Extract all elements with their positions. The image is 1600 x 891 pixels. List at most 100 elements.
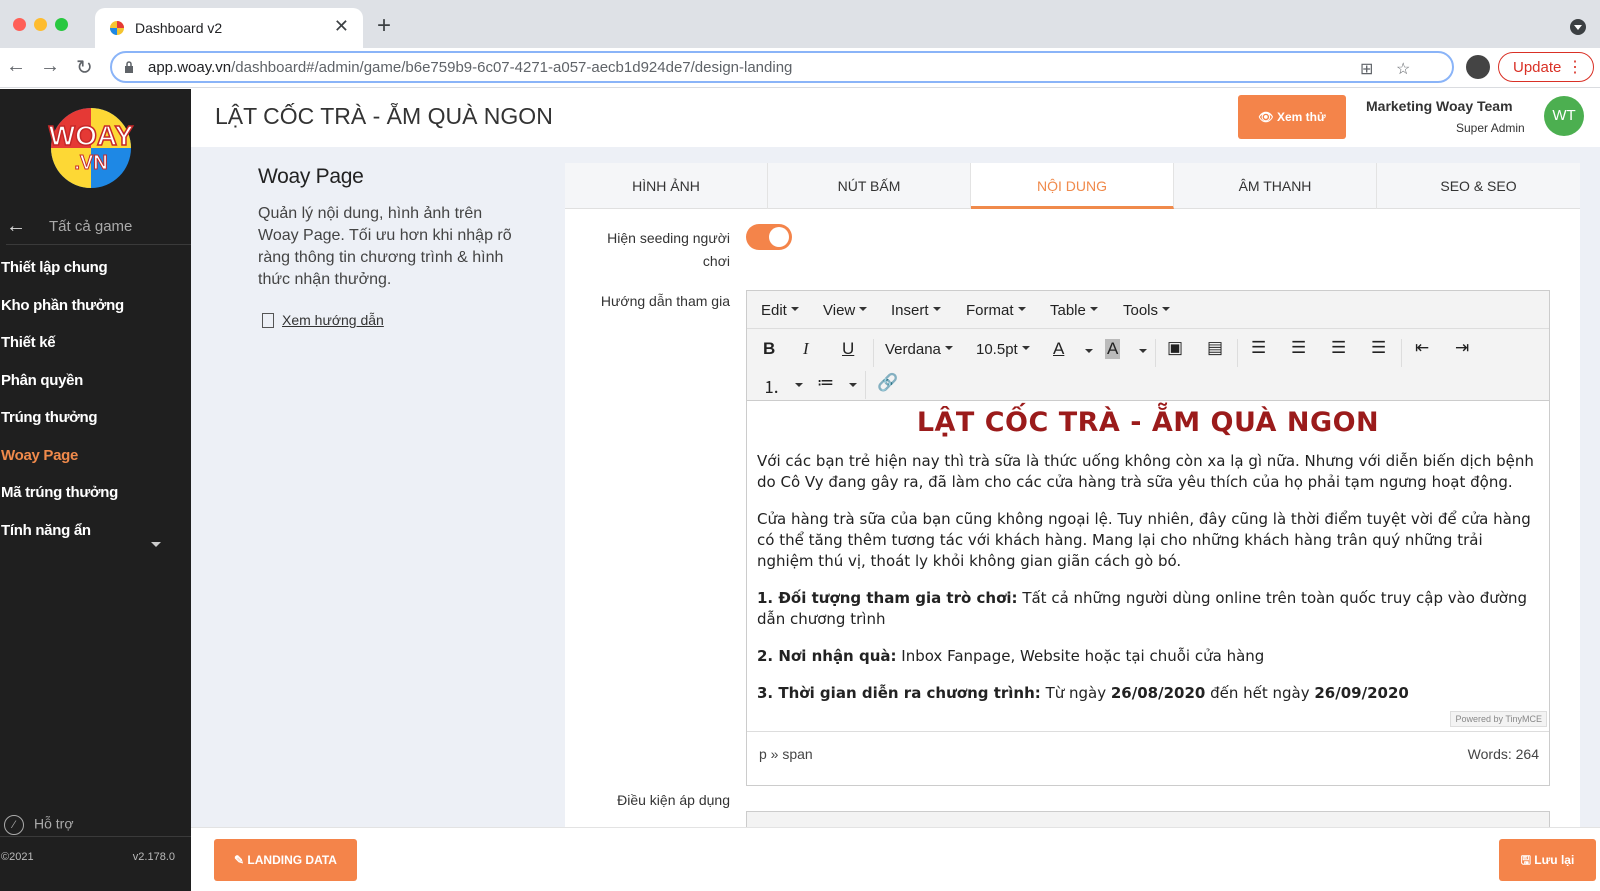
close-window-button[interactable] [13,18,26,31]
editor-toolbar: B I U Verdana 10.5pt A A ▣ ▤ ☰ ☰ ☰ ☰ ⇤ ⇥… [747,329,1549,401]
menu-tools[interactable]: Tools [1123,302,1171,319]
text-color-icon[interactable]: A [1053,339,1064,359]
more-menu-icon[interactable]: ⋮ [1567,57,1583,77]
browser-tabbar: Dashboard v2 ✕ + [0,0,1600,48]
back-arrow-icon[interactable]: ← [6,55,26,78]
tab-seo[interactable]: SEO & SEO [1377,163,1580,209]
sidebar-item-winning-codes[interactable]: Mã trúng thưởng [1,484,118,501]
content-paragraph: 1. Đối tượng tham gia trò chơi: Tất cả n… [757,589,1527,628]
new-tab-icon[interactable]: + [377,12,391,40]
tab-sound[interactable]: ÂM THANH [1174,163,1377,209]
bullet-list-icon[interactable]: ≔ [817,373,834,393]
qr-code-icon[interactable]: ⊞ [1360,59,1373,79]
font-size-select[interactable]: 10.5pt [976,341,1030,358]
conditions-editor[interactable] [746,811,1550,827]
menu-edit[interactable]: Edit [761,302,799,319]
align-right-icon[interactable]: ☰ [1331,338,1346,358]
landing-data-button[interactable]: ✎ LANDING DATA [214,839,357,881]
url-text: app.woay.vn/dashboard#/admin/game/b6e759… [148,59,793,76]
address-bar[interactable]: app.woay.vn/dashboard#/admin/game/b6e759… [110,51,1454,83]
page-header: LẬT CỐC TRÀ - ẴM QUÀ NGON 👁 Xem thử Mark… [191,89,1600,147]
align-left-icon[interactable]: ☰ [1251,338,1266,358]
seeding-toggle[interactable] [746,224,792,250]
update-button[interactable]: Update ⋮ [1498,52,1594,82]
content-heading: LẬT CỐC TRÀ - ẴM QUÀ NGON [916,407,1380,438]
sidebar-item-hidden-features[interactable]: Tính năng ẩn [1,522,91,539]
reload-icon[interactable]: ↻ [76,55,93,80]
chevron-down-icon[interactable] [849,383,857,391]
align-center-icon[interactable]: ☰ [1291,338,1306,358]
sidebar-item-rewards[interactable]: Kho phần thưởng [1,297,124,314]
bookmark-star-icon[interactable]: ☆ [1396,59,1410,79]
indent-icon[interactable]: ⇥ [1455,338,1469,358]
menu-view[interactable]: View [823,302,868,319]
guide-label: Hướng dẫn tham gia [600,293,730,309]
sidebar-footer: ©2021 v2.178.0 [0,836,191,891]
editor-statusbar: p » span Words: 264 [747,731,1549,776]
browser-tab[interactable]: Dashboard v2 ✕ [95,8,363,48]
link-icon[interactable]: 🔗 [877,373,898,393]
tab-buttons[interactable]: NÚT BẤM [768,163,971,209]
sidebar-item-permissions[interactable]: Phân quyền [1,372,83,389]
tab-content[interactable]: NỘI DUNG [971,163,1174,209]
menu-format[interactable]: Format [966,302,1026,319]
content-paragraph: Với các bạn trẻ hiện nay thì trà sữa là … [757,452,1534,491]
lock-icon [125,61,133,73]
sidebar-item-woay-page[interactable]: Woay Page [1,447,78,464]
tab-search-icon[interactable] [1570,19,1586,35]
maximize-window-button[interactable] [55,18,68,31]
document-icon [262,313,274,328]
preview-button[interactable]: 👁 Xem thử [1238,95,1346,139]
copyright: ©2021 [1,851,34,863]
sidebar-item-design[interactable]: Thiết kế [1,334,56,351]
media-icon[interactable]: ▤ [1207,338,1223,358]
favicon-icon [110,21,124,35]
outdent-icon[interactable]: ⇤ [1415,338,1429,358]
tab-close-icon[interactable]: ✕ [334,16,349,37]
sidebar-item-winners[interactable]: Trúng thưởng [1,409,98,426]
chevron-down-icon[interactable] [795,383,803,391]
content-paragraph: 2. Nơi nhận quà: Inbox Fanpage, Website … [757,647,1265,665]
italic-icon[interactable]: I [803,339,809,359]
minimize-window-button[interactable] [34,18,47,31]
profile-avatar[interactable] [1466,55,1490,79]
woay-logo: WOAY .VN [48,108,134,188]
back-to-all-games[interactable]: ← Tất cả game [6,213,191,245]
bold-icon[interactable]: B [763,339,775,359]
browser-toolbar: ← → ↻ app.woay.vn/dashboard#/admin/game/… [0,48,1600,88]
underline-icon[interactable]: U [842,339,854,359]
content-paragraph: Cửa hàng trà sữa của bạn cũng không ngoạ… [757,510,1531,570]
page-title: LẬT CỐC TRÀ - ẴM QUÀ NGON [215,103,553,129]
tab-title: Dashboard v2 [135,20,223,36]
sidebar-item-general-settings[interactable]: Thiết lập chung [1,259,108,276]
save-button[interactable]: 🖫 Lưu lại [1499,839,1596,881]
forward-arrow-icon[interactable]: → [40,55,60,78]
font-family-select[interactable]: Verdana [885,341,953,358]
version: v2.178.0 [132,851,175,863]
image-icon[interactable]: ▣ [1167,338,1183,358]
user-avatar[interactable]: WT [1544,96,1584,136]
powered-by-badge[interactable]: Powered by TinyMCE [1450,711,1547,727]
chevron-down-icon[interactable] [1139,349,1147,357]
back-label: Tất cả game [49,218,133,235]
guide-link[interactable]: Xem hướng dẫn [262,312,384,328]
chevron-down-icon[interactable] [151,542,161,552]
back-arrow-icon: ← [6,215,26,237]
element-path[interactable]: p » span [759,746,813,762]
editor-menubar: Edit View Insert Format Table Tools [747,291,1549,329]
editor-content[interactable]: LẬT CỐC TRÀ - ẴM QUÀ NGON Với các bạn tr… [747,401,1549,721]
background-color-icon[interactable]: A [1105,339,1121,359]
support-link[interactable]: ⁄ Hỗ trợ [4,815,74,835]
svg-text:.VN: .VN [74,152,107,174]
user-name: Marketing Woay Team [1366,98,1513,114]
menu-table[interactable]: Table [1050,302,1098,319]
content-paragraph: 3. Thời gian diễn ra chương trình: Từ ng… [757,684,1409,702]
section-title: Woay Page [258,165,364,188]
align-justify-icon[interactable]: ☰ [1371,338,1386,358]
help-icon: ⁄ [4,815,24,835]
chevron-down-icon[interactable] [1085,349,1093,357]
tab-images[interactable]: HÌNH ẢNH [565,163,768,209]
numbered-list-icon[interactable]: ⒈ [763,373,780,398]
sidebar: WOAY .VN ← Tất cả game Thiết lập chung K… [0,89,202,891]
menu-insert[interactable]: Insert [891,302,941,319]
